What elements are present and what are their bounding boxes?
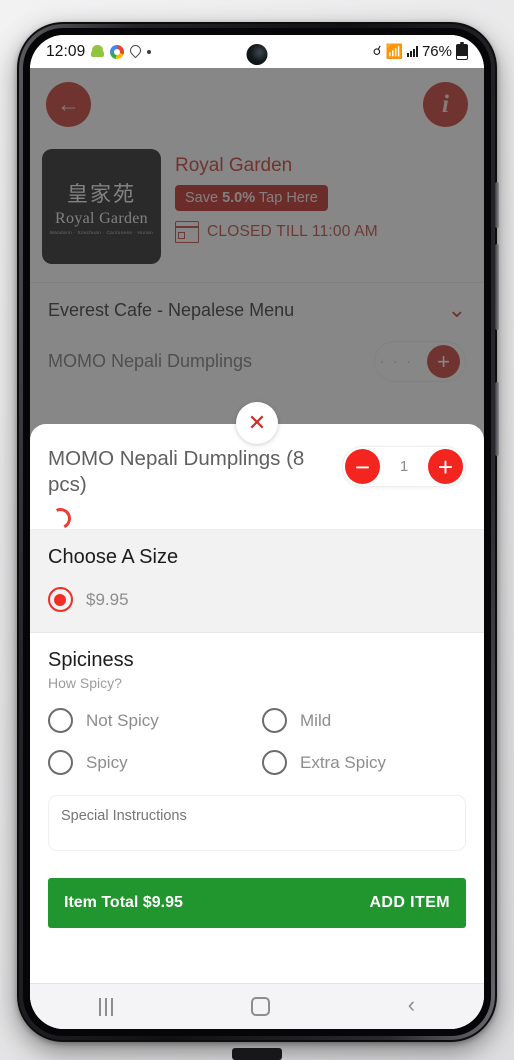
spiciness-option-label: Mild <box>300 710 332 730</box>
spiciness-option-not-spicy[interactable]: Not Spicy <box>48 708 252 734</box>
spiciness-group-title: Spiciness <box>48 649 134 672</box>
wifi-icon: 📶 <box>385 43 403 59</box>
spiciness-options-grid: Not Spicy Mild Spicy Extra Spicy <box>48 691 466 776</box>
location-pin-icon <box>130 45 141 59</box>
spiciness-option-label: Spicy <box>86 752 128 772</box>
radio-icon[interactable] <box>262 708 287 734</box>
app-container: ← i 皇家苑 Royal Garden Mandarin · Szechuan… <box>30 68 484 1029</box>
close-icon: ✕ <box>247 410 267 435</box>
phone-volume-button[interactable] <box>495 244 499 330</box>
close-button[interactable]: ✕ <box>236 402 278 444</box>
phone-side-button-top[interactable] <box>495 182 499 228</box>
plus-icon: + <box>437 451 454 482</box>
spiciness-option-extra-spicy[interactable]: Extra Spicy <box>262 750 466 776</box>
dot-icon <box>147 49 152 54</box>
spiciness-option-label: Extra Spicy <box>300 752 386 772</box>
battery-icon <box>456 41 468 60</box>
battery-percent: 76% <box>421 43 452 60</box>
spiciness-option-mild[interactable]: Mild <box>262 708 466 734</box>
modal-title: MOMO Nepali Dumplings (8 pcs) <box>48 447 305 497</box>
item-total-label: Item Total $9.95 <box>64 894 183 912</box>
spiciness-option-group: Spiciness How Spicy? Not Spicy Mild Spic… <box>30 633 484 795</box>
item-detail-modal: MOMO Nepali Dumplings (8 pcs) − 1 + Choo… <box>30 424 484 1029</box>
size-option-group: Choose A Size $9.95 <box>30 529 484 634</box>
quantity-value[interactable]: 1 <box>380 458 428 475</box>
home-icon[interactable] <box>250 997 270 1016</box>
status-bar-right: ☌ 📶 76% <box>372 41 468 60</box>
signal-icon <box>406 46 418 57</box>
special-instructions-input[interactable] <box>48 795 466 852</box>
spiciness-option-label: Not Spicy <box>86 710 159 730</box>
status-bar-left: 12:09 <box>46 42 152 61</box>
android-icon <box>91 45 105 58</box>
phone-device-frame: 12:09 ☌ 📶 76% ← <box>17 22 499 1042</box>
spiciness-option-spicy[interactable]: Spicy <box>48 750 252 776</box>
status-time: 12:09 <box>46 42 86 60</box>
add-item-button[interactable]: Item Total $9.95 ADD ITEM <box>48 878 466 929</box>
status-bar: 12:09 ☌ 📶 76% <box>30 35 484 68</box>
radio-icon[interactable] <box>48 750 73 776</box>
phone-screen: 12:09 ☌ 📶 76% ← <box>30 35 484 1029</box>
add-item-label: ADD ITEM <box>369 894 450 912</box>
back-icon[interactable]: ‹ <box>408 993 415 1016</box>
phone-power-button[interactable] <box>495 382 499 456</box>
size-option-label: $9.95 <box>86 589 129 609</box>
minus-icon: − <box>354 451 371 482</box>
quantity-stepper: − 1 + <box>342 446 466 487</box>
front-camera-punch-hole <box>246 44 268 65</box>
radio-selected-icon[interactable] <box>48 587 73 613</box>
loading-spinner-icon <box>47 505 74 533</box>
recents-icon[interactable] <box>98 997 113 1016</box>
spiciness-group-subtitle: How Spicy? <box>48 675 122 692</box>
size-group-title: Choose A Size <box>48 546 179 569</box>
chrome-icon <box>110 44 125 59</box>
vpn-key-icon: ☌ <box>372 42 382 58</box>
quantity-decrease-button[interactable]: − <box>345 449 380 484</box>
radio-icon[interactable] <box>262 750 287 776</box>
phone-bottom-edge <box>232 1048 282 1060</box>
special-instructions-wrapper <box>30 795 484 856</box>
quantity-increase-button[interactable]: + <box>428 449 463 484</box>
radio-icon[interactable] <box>48 708 73 734</box>
size-option-row[interactable]: $9.95 <box>48 587 466 613</box>
android-nav-bar: ‹ <box>30 983 484 1029</box>
